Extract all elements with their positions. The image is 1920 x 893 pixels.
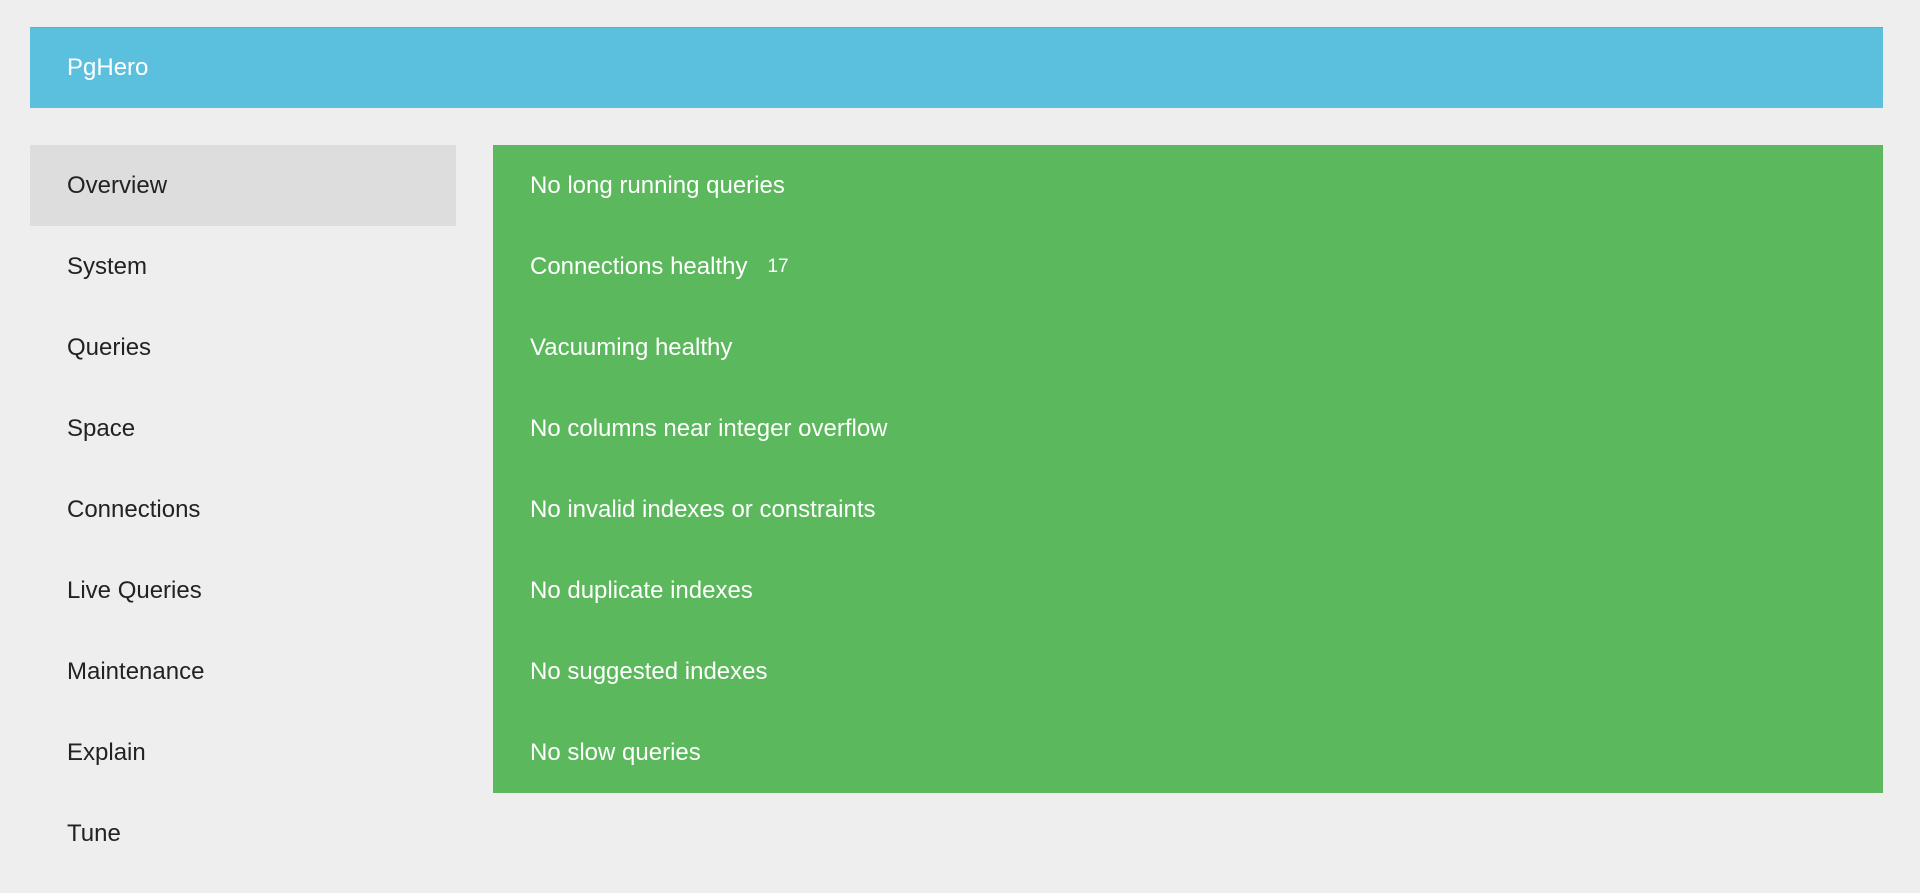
check-connections: Connections healthy 17	[493, 226, 1883, 307]
sidebar-item-explain[interactable]: Explain	[30, 712, 456, 793]
check-suggested-indexes: No suggested indexes	[493, 631, 1883, 712]
check-label: No columns near integer overflow	[530, 414, 888, 442]
check-label: No long running queries	[530, 171, 785, 199]
sidebar-item-connections[interactable]: Connections	[30, 469, 456, 550]
sidebar-item-live-queries[interactable]: Live Queries	[30, 550, 456, 631]
sidebar-item-maintenance[interactable]: Maintenance	[30, 631, 456, 712]
sidebar-item-tune[interactable]: Tune	[30, 793, 456, 874]
sidebar-item-system[interactable]: System	[30, 226, 456, 307]
check-vacuuming: Vacuuming healthy	[493, 307, 1883, 388]
health-checks-panel: No long running queries Connections heal…	[493, 145, 1883, 793]
app-title-link[interactable]: PgHero	[67, 54, 148, 82]
sidebar-item-space[interactable]: Space	[30, 388, 456, 469]
check-label: Connections healthy	[530, 252, 748, 280]
check-invalid-indexes: No invalid indexes or constraints	[493, 469, 1883, 550]
check-long-running-queries: No long running queries	[493, 145, 1883, 226]
check-label: No invalid indexes or constraints	[530, 495, 876, 523]
check-slow-queries: No slow queries	[493, 712, 1883, 793]
check-label: Vacuuming healthy	[530, 333, 733, 361]
header-bar: PgHero	[30, 27, 1883, 108]
sidebar-nav: Overview System Queries Space Connection…	[30, 145, 456, 874]
sidebar-item-overview[interactable]: Overview	[30, 145, 456, 226]
connections-count: 17	[767, 255, 789, 277]
check-label: No slow queries	[530, 738, 701, 766]
check-duplicate-indexes: No duplicate indexes	[493, 550, 1883, 631]
check-label: No suggested indexes	[530, 657, 768, 685]
check-integer-overflow: No columns near integer overflow	[493, 388, 1883, 469]
check-label: No duplicate indexes	[530, 576, 753, 604]
sidebar-item-queries[interactable]: Queries	[30, 307, 456, 388]
